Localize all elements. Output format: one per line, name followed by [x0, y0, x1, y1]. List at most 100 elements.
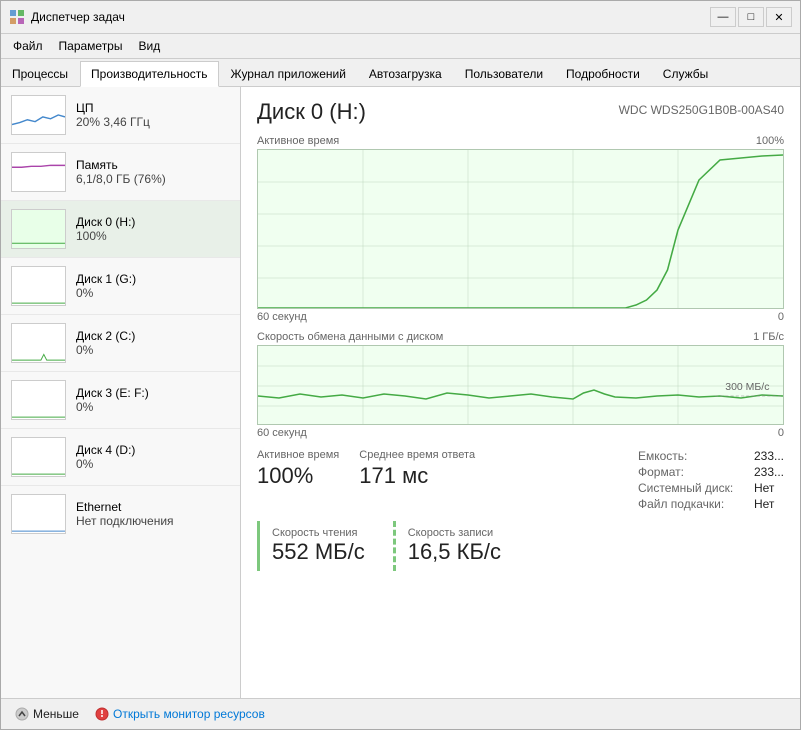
disk2-thumb	[11, 323, 66, 363]
disk4-name: Диск 4 (D:)	[76, 443, 135, 457]
chart1-time-left: 60 секунд	[257, 311, 307, 323]
chart2-label-right: 1 ГБ/с	[753, 331, 784, 343]
sidebar: ЦП 20% 3,46 ГГц Память 6,1/8,0 ГБ (76%)	[1, 87, 241, 698]
chart2-label-row: Скорость обмена данными с диском 1 ГБ/с	[257, 331, 784, 343]
stat-response-time: Среднее время ответа 171 мс	[359, 449, 475, 489]
menu-view[interactable]: Вид	[130, 36, 168, 56]
disk1-info: Диск 1 (G:) 0%	[76, 272, 136, 300]
sidebar-item-ethernet[interactable]: Ethernet Нет подключения	[1, 486, 240, 542]
menu-params[interactable]: Параметры	[51, 36, 131, 56]
disk4-thumb	[11, 437, 66, 477]
read-speed-label: Скорость чтения	[272, 527, 365, 539]
pagefile-label: Файл подкачки:	[638, 497, 748, 511]
sidebar-item-disk3[interactable]: Диск 3 (E: F:) 0%	[1, 372, 240, 429]
memory-thumb	[11, 152, 66, 192]
minimize-button[interactable]: —	[710, 7, 736, 27]
maximize-button[interactable]: □	[738, 7, 764, 27]
system-disk-value: Нет	[754, 481, 774, 495]
disk2-info: Диск 2 (C:) 0%	[76, 329, 135, 357]
write-speed-block: Скорость записи 16,5 КБ/с	[393, 521, 513, 571]
ethernet-value: Нет подключения	[76, 514, 174, 528]
tab-services[interactable]: Службы	[652, 61, 719, 86]
tab-app-history[interactable]: Журнал приложений	[220, 61, 357, 86]
window-title: Диспетчер задач	[31, 10, 125, 24]
system-disk-label: Системный диск:	[638, 481, 748, 495]
stats-row: Активное время 100% Среднее время ответа…	[257, 449, 784, 511]
chart1-label-right: 100%	[756, 135, 784, 147]
open-monitor-link[interactable]: Открыть монитор ресурсов	[95, 707, 265, 721]
close-button[interactable]: ✕	[766, 7, 792, 27]
arrow-up-icon	[15, 707, 29, 721]
chart1-label-left: Активное время	[257, 135, 339, 147]
disk1-name: Диск 1 (G:)	[76, 272, 136, 286]
disk3-name: Диск 3 (E: F:)	[76, 386, 149, 400]
disk1-thumb	[11, 266, 66, 306]
write-speed-label: Скорость записи	[408, 527, 501, 539]
chart2-time-row: 60 секунд 0	[257, 427, 784, 439]
chart2-svg: 300 МБ/с	[258, 346, 783, 425]
chart1-svg	[258, 150, 783, 309]
title-bar-left: Диспетчер задач	[9, 9, 125, 25]
detail-header: Диск 0 (H:) WDC WDS250G1B0B-00AS40	[257, 99, 784, 125]
stats-info-col: Емкость: 233... Формат: 233... Системный…	[638, 449, 784, 511]
disk0-info: Диск 0 (H:) 100%	[76, 215, 135, 243]
disk3-thumb	[11, 380, 66, 420]
sidebar-item-disk1[interactable]: Диск 1 (G:) 0%	[1, 258, 240, 315]
disk0-value: 100%	[76, 229, 135, 243]
detail-model: WDC WDS250G1B0B-00AS40	[619, 103, 784, 117]
read-speed-value: 552 МБ/с	[272, 539, 365, 565]
footer: Меньше Открыть монитор ресурсов	[1, 698, 800, 729]
disk1-value: 0%	[76, 286, 136, 300]
disk3-info: Диск 3 (E: F:) 0%	[76, 386, 149, 414]
memory-name: Память	[76, 158, 166, 172]
menu-file[interactable]: Файл	[5, 36, 51, 56]
sidebar-item-disk2[interactable]: Диск 2 (C:) 0%	[1, 315, 240, 372]
response-time-label: Среднее время ответа	[359, 449, 475, 461]
disk2-value: 0%	[76, 343, 135, 357]
disk2-name: Диск 2 (C:)	[76, 329, 135, 343]
tab-startup[interactable]: Автозагрузка	[358, 61, 453, 86]
write-speed-value: 16,5 КБ/с	[408, 539, 501, 565]
ethernet-thumb	[11, 494, 66, 534]
sidebar-item-memory[interactable]: Память 6,1/8,0 ГБ (76%)	[1, 144, 240, 201]
chart1-time-right: 0	[778, 311, 784, 323]
detail-panel: Диск 0 (H:) WDC WDS250G1B0B-00AS40 Актив…	[241, 87, 800, 698]
task-manager-window: Диспетчер задач — □ ✕ Файл Параметры Вид…	[0, 0, 801, 730]
chart-active-time	[257, 149, 784, 309]
sidebar-item-disk0[interactable]: Диск 0 (H:) 100%	[1, 201, 240, 258]
cpu-name: ЦП	[76, 101, 150, 115]
sidebar-item-disk4[interactable]: Диск 4 (D:) 0%	[1, 429, 240, 486]
tab-performance[interactable]: Производительность	[80, 61, 218, 87]
ethernet-info: Ethernet Нет подключения	[76, 500, 174, 528]
svg-text:300 МБ/с: 300 МБ/с	[725, 382, 769, 393]
cpu-thumb	[11, 95, 66, 135]
chart2-time-right: 0	[778, 427, 784, 439]
menu-bar: Файл Параметры Вид	[1, 34, 800, 59]
info-format: Формат: 233...	[638, 465, 784, 479]
tab-details[interactable]: Подробности	[555, 61, 651, 86]
active-time-label: Активное время	[257, 449, 339, 461]
disk3-value: 0%	[76, 400, 149, 414]
tab-users[interactable]: Пользователи	[454, 61, 554, 86]
disk4-value: 0%	[76, 457, 135, 471]
ethernet-name: Ethernet	[76, 500, 174, 514]
chart1-time-row: 60 секунд 0	[257, 311, 784, 323]
info-pagefile: Файл подкачки: Нет	[638, 497, 784, 511]
chart2-time-left: 60 секунд	[257, 427, 307, 439]
monitor-icon	[95, 707, 109, 721]
disk0-thumb	[11, 209, 66, 249]
disk0-name: Диск 0 (H:)	[76, 215, 135, 229]
detail-title-block: Диск 0 (H:)	[257, 99, 366, 125]
sidebar-item-cpu[interactable]: ЦП 20% 3,46 ГГц	[1, 87, 240, 144]
detail-title: Диск 0 (H:)	[257, 99, 366, 125]
chart-active-time-section: Активное время 100%	[257, 135, 784, 323]
pagefile-value: Нет	[754, 497, 774, 511]
cpu-value: 20% 3,46 ГГц	[76, 115, 150, 129]
less-button[interactable]: Меньше	[11, 705, 83, 723]
memory-value: 6,1/8,0 ГБ (76%)	[76, 172, 166, 186]
monitor-label: Открыть монитор ресурсов	[113, 707, 265, 721]
title-bar: Диспетчер задач — □ ✕	[1, 1, 800, 34]
chart2-label-left: Скорость обмена данными с диском	[257, 331, 443, 343]
response-time-value: 171 мс	[359, 463, 475, 489]
tab-processes[interactable]: Процессы	[1, 61, 79, 86]
